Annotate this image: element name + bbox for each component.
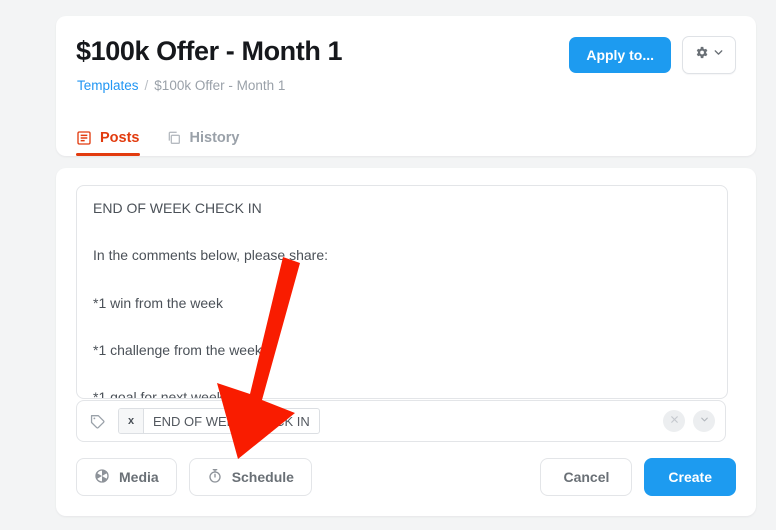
post-line: *1 challenge from the week — [93, 341, 262, 358]
gear-icon — [694, 45, 709, 65]
post-line: END OF WEEK CHECK IN — [93, 200, 262, 216]
breadcrumb-separator: / — [144, 78, 149, 93]
post-content-editor[interactable]: END OF WEEK CHECK IN In the comments bel… — [76, 185, 728, 399]
stopwatch-icon — [207, 468, 223, 487]
article-list-icon — [76, 130, 92, 146]
schedule-button[interactable]: Schedule — [188, 458, 312, 496]
tag-chip-remove-button[interactable]: x — [119, 409, 144, 433]
app-page: $100k Offer - Month 1 Templates / $100k … — [0, 0, 776, 530]
settings-dropdown-button[interactable] — [682, 36, 736, 74]
copy-duplicate-icon — [166, 130, 182, 146]
header-card: $100k Offer - Month 1 Templates / $100k … — [56, 16, 756, 156]
media-button-label: Media — [119, 469, 159, 485]
tab-posts[interactable]: Posts — [76, 130, 140, 156]
page-title: $100k Offer - Month 1 — [76, 36, 343, 66]
post-line: In the comments below, please share: — [93, 247, 329, 264]
cancel-button[interactable]: Cancel — [540, 458, 633, 496]
tag-field-controls — [663, 410, 715, 432]
tab-posts-label: Posts — [100, 130, 140, 146]
tab-history-label: History — [189, 130, 240, 146]
apply-to-button[interactable]: Apply to... — [569, 37, 671, 73]
chevron-down-icon — [712, 46, 725, 64]
chevron-down-icon — [699, 412, 710, 430]
composer-card: END OF WEEK CHECK IN In the comments bel… — [56, 168, 756, 516]
tag-clear-button[interactable] — [663, 410, 685, 432]
tag-icon — [89, 413, 106, 430]
breadcrumb-current: $100k Offer - Month 1 — [154, 78, 286, 93]
close-icon — [669, 412, 680, 430]
media-button[interactable]: Media — [76, 458, 177, 496]
post-line: *1 goal for next week — [93, 389, 224, 399]
schedule-button-label: Schedule — [231, 469, 294, 485]
post-line: *1 win from the week — [93, 294, 223, 311]
aperture-shutter-icon — [94, 468, 110, 487]
tab-bar: Posts History — [76, 112, 239, 156]
tag-input-field[interactable]: x END OF WEEK CHECK IN — [76, 400, 726, 442]
tab-history[interactable]: History — [166, 130, 240, 156]
create-button[interactable]: Create — [644, 458, 736, 496]
tag-chip[interactable]: x END OF WEEK CHECK IN — [118, 408, 320, 434]
breadcrumb-link-templates[interactable]: Templates — [77, 78, 139, 93]
tag-dropdown-button[interactable] — [693, 410, 715, 432]
tag-chip-label: END OF WEEK CHECK IN — [153, 413, 310, 429]
composer-footer: Media Schedule Cancel Create — [76, 458, 736, 496]
header-actions: Apply to... — [569, 36, 736, 74]
breadcrumb: Templates / $100k Offer - Month 1 — [77, 78, 285, 93]
